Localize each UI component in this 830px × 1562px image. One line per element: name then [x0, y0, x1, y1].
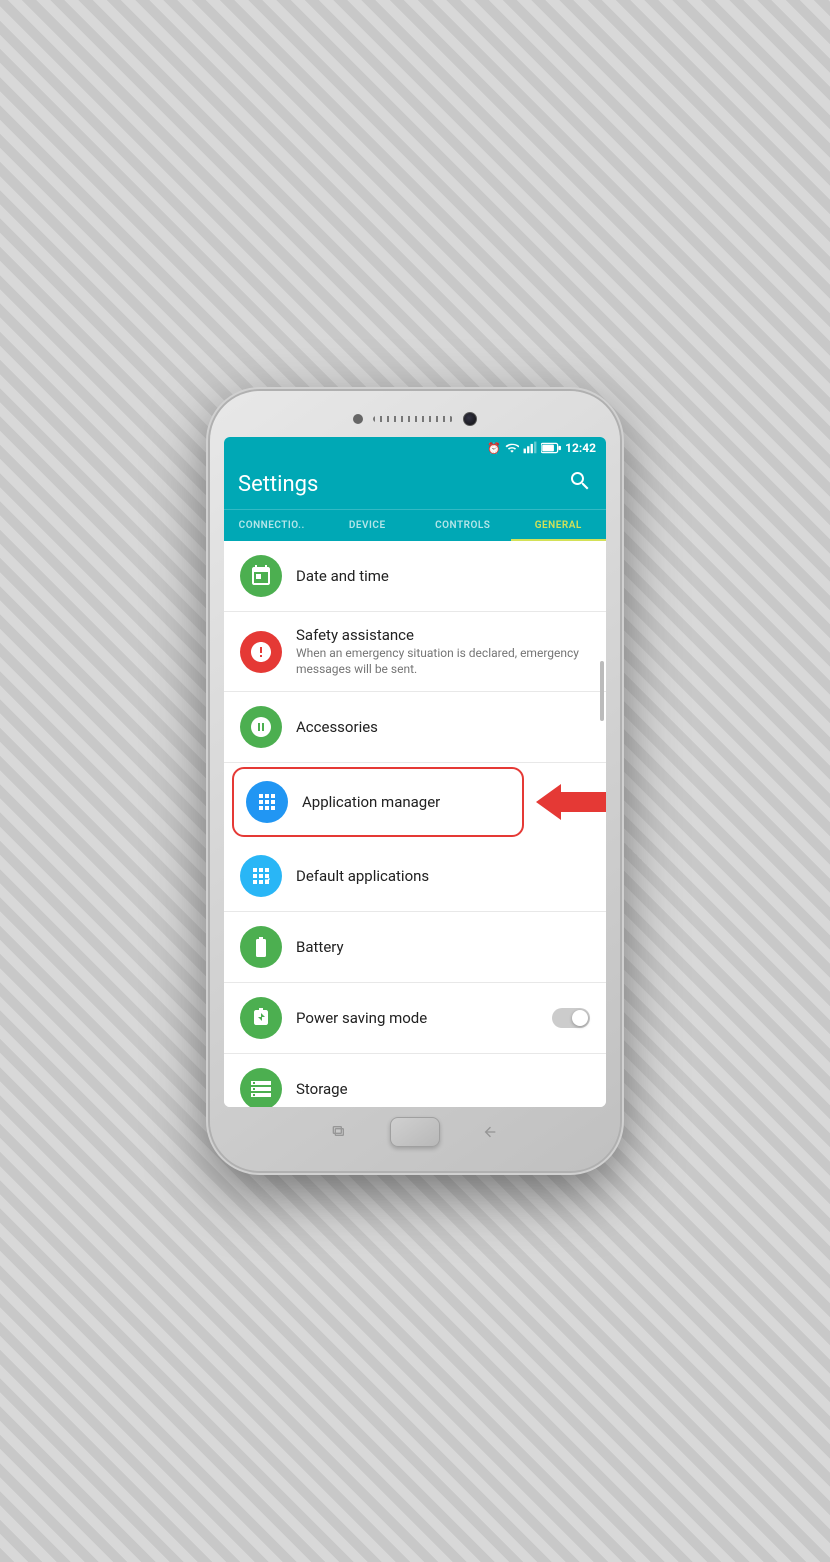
settings-list: Date and time Safety assistance When an … [224, 541, 606, 1107]
date-time-title: Date and time [296, 567, 590, 585]
safety-icon [240, 631, 282, 673]
power-saving-toggle[interactable] [552, 1008, 590, 1028]
accessories-title: Accessories [296, 718, 590, 736]
tab-device[interactable]: DEVICE [320, 510, 416, 541]
accessories-text: Accessories [296, 718, 590, 736]
date-time-text: Date and time [296, 567, 590, 585]
app-manager-text: Application manager [302, 793, 510, 811]
settings-item-power-saving[interactable]: Power saving mode [224, 983, 606, 1054]
default-apps-text: Default applications [296, 867, 590, 885]
default-apps-title: Default applications [296, 867, 590, 885]
recent-apps-button[interactable] [330, 1122, 350, 1142]
arrow-annotation [536, 782, 606, 822]
settings-item-accessories[interactable]: Accessories [224, 692, 606, 763]
accessories-icon [240, 706, 282, 748]
red-arrow [536, 782, 606, 822]
power-saving-icon [240, 997, 282, 1039]
scrollbar-track [600, 541, 604, 1107]
safety-title: Safety assistance [296, 626, 590, 644]
storage-title: Storage [296, 1080, 590, 1098]
scrollbar-thumb[interactable] [600, 661, 604, 721]
settings-item-default-apps[interactable]: Default applications [224, 841, 606, 912]
storage-icon [240, 1068, 282, 1107]
alarm-icon: ⏰ [487, 442, 501, 455]
settings-content: Date and time Safety assistance When an … [224, 541, 606, 1107]
battery-text: Battery [296, 938, 590, 956]
phone-bottom-nav [224, 1107, 606, 1153]
date-time-icon [240, 555, 282, 597]
storage-text: Storage [296, 1080, 590, 1098]
phone-sensors [224, 409, 606, 429]
settings-tabs: CONNECTIO.. DEVICE CONTROLS GENERAL [224, 509, 606, 541]
app-manager-icon [246, 781, 288, 823]
home-button[interactable] [390, 1117, 440, 1147]
earpiece [373, 416, 453, 422]
power-saving-text: Power saving mode [296, 1009, 552, 1027]
settings-item-storage[interactable]: Storage [224, 1054, 606, 1107]
phone-screen: ⏰ 12:42 [224, 437, 606, 1107]
settings-item-app-manager[interactable]: Application manager [232, 767, 524, 837]
safety-text: Safety assistance When an emergency situ… [296, 626, 590, 677]
status-time: 12:42 [565, 441, 596, 455]
settings-item-battery[interactable]: Battery [224, 912, 606, 983]
safety-subtitle: When an emergency situation is declared,… [296, 646, 590, 677]
battery-title: Battery [296, 938, 590, 956]
app-manager-title: Application manager [302, 793, 510, 811]
battery-setting-icon [240, 926, 282, 968]
status-bar: ⏰ 12:42 [224, 437, 606, 459]
default-apps-icon [240, 855, 282, 897]
search-button[interactable] [568, 469, 592, 499]
wifi-icon [505, 441, 519, 455]
power-saving-title: Power saving mode [296, 1009, 552, 1027]
camera-lens [463, 412, 477, 426]
settings-item-date-time[interactable]: Date and time [224, 541, 606, 612]
settings-item-safety[interactable]: Safety assistance When an emergency situ… [224, 612, 606, 692]
tab-controls[interactable]: CONTROLS [415, 510, 511, 541]
battery-icon [541, 442, 561, 454]
status-icons: ⏰ 12:42 [487, 441, 596, 455]
signal-icon [523, 441, 537, 455]
phone-frame: ⏰ 12:42 [210, 391, 620, 1171]
tab-connections[interactable]: CONNECTIO.. [224, 510, 320, 541]
tab-general[interactable]: GENERAL [511, 510, 607, 541]
app-bar: Settings [224, 459, 606, 509]
front-camera [353, 414, 363, 424]
back-button[interactable] [480, 1122, 500, 1142]
app-title: Settings [238, 472, 318, 497]
